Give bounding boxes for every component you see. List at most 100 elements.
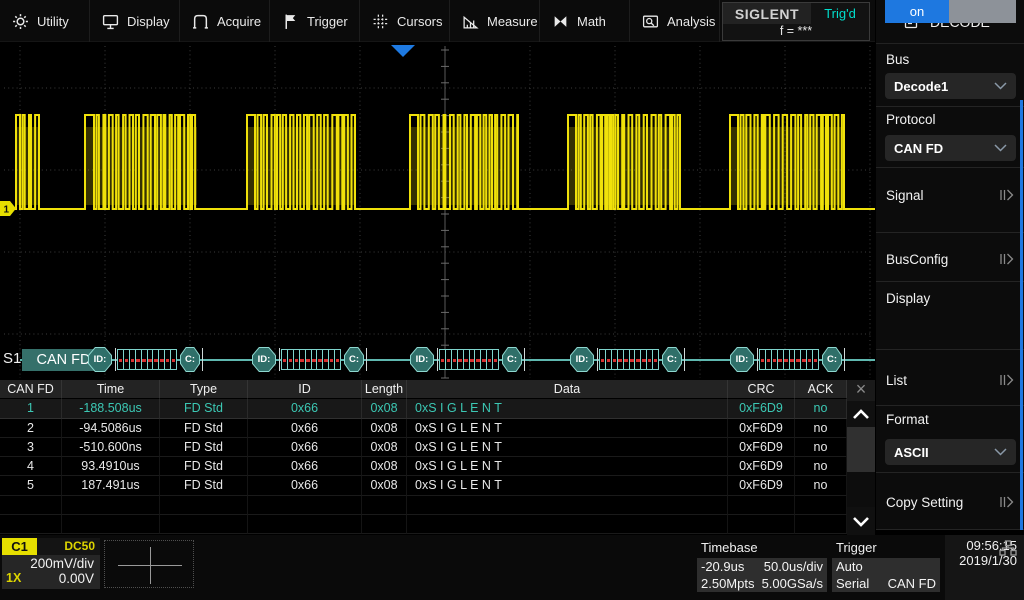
table-cell[interactable]: 0xF6D9 bbox=[728, 399, 795, 418]
table-cell[interactable]: 4 bbox=[0, 457, 62, 476]
table-cell[interactable]: no bbox=[795, 399, 847, 418]
timebase-panel[interactable]: Timebase -20.9us 50.0us/div 2.50Mpts 5.0… bbox=[697, 539, 827, 592]
clock-panel: 09:56:15 2019/1/30 bbox=[945, 535, 1024, 600]
table-cell bbox=[62, 515, 160, 534]
decode-data-block bbox=[439, 349, 499, 370]
table-cell[interactable]: 0x08 bbox=[362, 457, 407, 476]
table-header-can-fd: CAN FD bbox=[0, 380, 62, 399]
table-cell bbox=[728, 496, 795, 515]
signal-menu-item[interactable]: Signal bbox=[876, 183, 1024, 207]
copy-setting-menu-item[interactable]: Copy Setting bbox=[876, 490, 1024, 514]
list-menu-item[interactable]: List bbox=[876, 368, 1024, 392]
chevron-up-icon bbox=[852, 409, 870, 420]
decode-crc-badge: C: bbox=[662, 347, 682, 372]
scrollbar-thumb[interactable] bbox=[847, 427, 875, 472]
copy-setting-label: Copy Setting bbox=[886, 495, 963, 510]
table-cell bbox=[0, 515, 62, 534]
table-cell bbox=[795, 515, 847, 534]
menu-item-acquire[interactable]: Acquire bbox=[180, 0, 270, 42]
table-cell[interactable]: 1 bbox=[0, 399, 62, 418]
table-cell[interactable]: FD Std bbox=[160, 476, 248, 495]
table-cell[interactable]: 0xF6D9 bbox=[728, 419, 795, 438]
table-cell[interactable]: no bbox=[795, 457, 847, 476]
table-cell[interactable]: 0xS I G L E N T bbox=[407, 419, 728, 438]
menu-item-label: Trigger bbox=[307, 14, 348, 29]
trigger-panel[interactable]: Trigger Auto Serial CAN FD bbox=[832, 539, 940, 592]
menu-item-measure[interactable]: Measure bbox=[450, 0, 540, 42]
table-cell[interactable]: 0x66 bbox=[248, 399, 362, 418]
trigger-position-marker[interactable] bbox=[390, 44, 416, 58]
channel1-coupling: DC50 bbox=[64, 538, 100, 555]
table-cell[interactable]: no bbox=[795, 476, 847, 495]
bus-select-value: Decode1 bbox=[894, 79, 948, 94]
table-cell[interactable]: 0x66 bbox=[248, 438, 362, 457]
bus-select[interactable]: Decode1 bbox=[885, 73, 1016, 99]
channel1-descriptor[interactable]: C1 DC50 200mV/div 1X 0.00V bbox=[2, 538, 100, 589]
table-cell[interactable]: 0xF6D9 bbox=[728, 457, 795, 476]
table-cell bbox=[248, 496, 362, 515]
table-cell[interactable]: 0x66 bbox=[248, 476, 362, 495]
table-cell[interactable]: 2 bbox=[0, 419, 62, 438]
table-cell[interactable]: 5 bbox=[0, 476, 62, 495]
menu-item-analysis[interactable]: Analysis bbox=[630, 0, 720, 42]
close-icon[interactable]: × bbox=[847, 380, 875, 401]
table-cell[interactable]: 0xS I G L E N T bbox=[407, 399, 728, 418]
menu-item-display[interactable]: Display bbox=[90, 0, 180, 42]
table-cell[interactable]: 0x66 bbox=[248, 419, 362, 438]
gear-icon bbox=[12, 13, 29, 30]
table-cell[interactable]: 0x08 bbox=[362, 419, 407, 438]
scroll-up-button[interactable] bbox=[847, 401, 875, 427]
bus-source-label: S1 bbox=[3, 350, 21, 367]
table-cell[interactable]: 0xS I G L E N T bbox=[407, 457, 728, 476]
table-cell[interactable]: 0x08 bbox=[362, 399, 407, 418]
protocol-select[interactable]: CAN FD bbox=[885, 135, 1016, 161]
table-cell bbox=[248, 515, 362, 534]
table-header-type: Type bbox=[160, 380, 248, 399]
format-select[interactable]: ASCII bbox=[885, 439, 1016, 465]
table-cell[interactable]: 3 bbox=[0, 438, 62, 457]
table-cell[interactable]: no bbox=[795, 438, 847, 457]
table-cell[interactable]: 0x08 bbox=[362, 438, 407, 457]
decode-data-block bbox=[117, 349, 177, 370]
table-header-data: Data bbox=[407, 380, 728, 399]
bus-label: Bus bbox=[886, 52, 909, 67]
table-cell[interactable]: no bbox=[795, 419, 847, 438]
table-cell[interactable]: FD Std bbox=[160, 438, 248, 457]
menu-item-math[interactable]: Math bbox=[540, 0, 630, 42]
table-cell bbox=[362, 515, 407, 534]
decode-id-badge: ID: bbox=[252, 347, 276, 372]
table-cell[interactable]: 93.4910us bbox=[62, 457, 160, 476]
menu-item-trigger[interactable]: Trigger bbox=[270, 0, 360, 42]
menu-item-cursors[interactable]: Cursors bbox=[360, 0, 450, 42]
table-cell[interactable]: 0xF6D9 bbox=[728, 438, 795, 457]
table-cell[interactable]: 0xS I G L E N T bbox=[407, 476, 728, 495]
table-cell bbox=[362, 496, 407, 515]
menu-item-utility[interactable]: Utility bbox=[0, 0, 90, 42]
trigger-status-badge: Trig'd bbox=[811, 3, 869, 24]
table-cell[interactable]: FD Std bbox=[160, 419, 248, 438]
table-cell[interactable]: 0xS I G L E N T bbox=[407, 438, 728, 457]
display-toggle[interactable]: on bbox=[885, 0, 1016, 23]
table-cell[interactable]: -94.5086us bbox=[62, 419, 160, 438]
table-cell[interactable]: 0x66 bbox=[248, 457, 362, 476]
table-cell bbox=[0, 496, 62, 515]
menu-item-label: Display bbox=[127, 14, 170, 29]
table-cell[interactable]: 187.491us bbox=[62, 476, 160, 495]
format-label: Format bbox=[886, 412, 929, 427]
siglent-logo: SIGLENT bbox=[723, 3, 811, 24]
display-toggle-off bbox=[949, 0, 1016, 23]
table-cell[interactable]: -510.600ns bbox=[62, 438, 160, 457]
sidebar-scroll-indicator[interactable] bbox=[1020, 100, 1023, 530]
scrollbar-track[interactable] bbox=[847, 427, 875, 507]
trigger-type: Serial bbox=[836, 576, 869, 591]
table-cell[interactable]: 0x08 bbox=[362, 476, 407, 495]
busconfig-menu-item[interactable]: BusConfig bbox=[876, 247, 1024, 271]
status-bar: C1 DC50 200mV/div 1X 0.00V Timebase -20.… bbox=[0, 535, 1024, 600]
table-cell[interactable]: -188.508us bbox=[62, 399, 160, 418]
table-cell[interactable]: FD Std bbox=[160, 399, 248, 418]
table-cell[interactable]: 0xF6D9 bbox=[728, 476, 795, 495]
channel1-level-marker[interactable]: 1 bbox=[0, 200, 17, 217]
menu-item-label: Cursors bbox=[397, 14, 443, 29]
scroll-down-button[interactable] bbox=[847, 507, 875, 535]
table-cell[interactable]: FD Std bbox=[160, 457, 248, 476]
